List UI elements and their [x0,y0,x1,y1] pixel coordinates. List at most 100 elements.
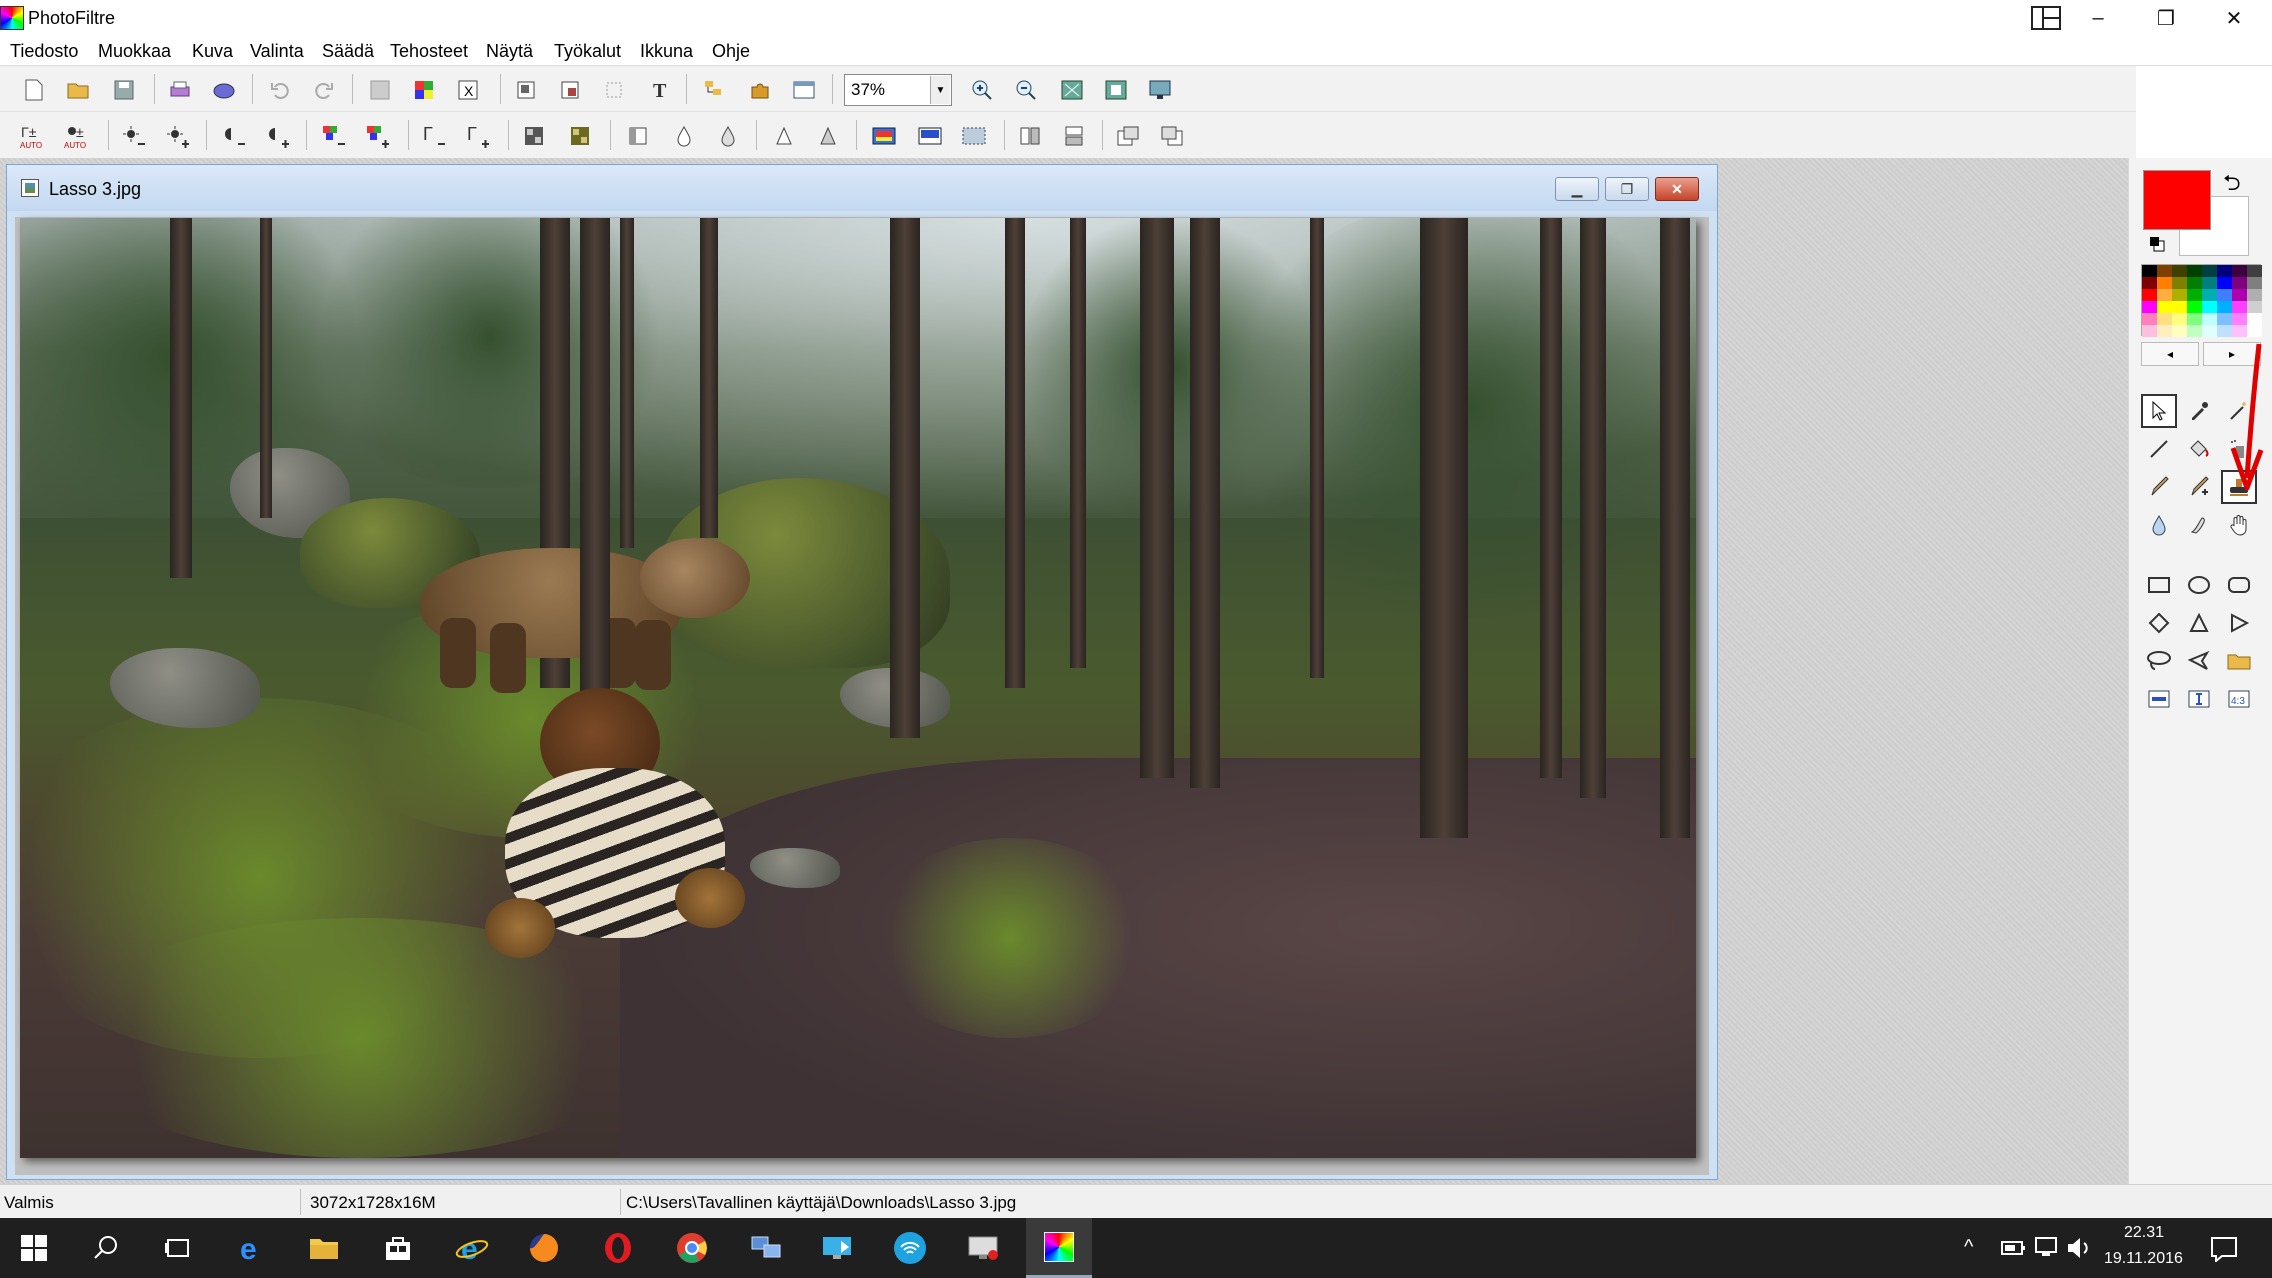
selection-tool[interactable] [2141,394,2177,428]
fade-button[interactable] [914,122,946,150]
grayscale-button[interactable] [518,122,550,150]
hand-tool[interactable] [2221,508,2257,542]
clock-date[interactable]: 19.11.2016 [2104,1250,2183,1268]
save-button[interactable] [108,76,140,104]
redo-button[interactable] [308,76,340,104]
print-button[interactable] [164,76,196,104]
scanner-button[interactable] [208,76,240,104]
firefox-taskbar-button[interactable] [524,1228,564,1268]
doc-close-button[interactable]: ✕ [1655,177,1699,201]
explorer-button[interactable] [698,76,730,104]
minimize-button[interactable]: – [2064,0,2132,36]
battery-icon[interactable] [2000,1238,2026,1258]
triangle-shape-tool[interactable] [2181,606,2217,640]
app-taskbar-button-4[interactable] [964,1228,1004,1268]
color-palette-button[interactable] [408,76,440,104]
menu-ohje[interactable]: Ohje [708,39,754,64]
network-icon[interactable] [2034,1236,2060,1260]
chevron-down-icon[interactable]: ▼ [930,76,950,104]
rectangle-shape-tool[interactable] [2141,568,2177,602]
menu-kuva[interactable]: Kuva [188,39,237,64]
blur-button[interactable] [622,122,654,150]
menu-tehosteet[interactable]: Tehosteet [386,39,472,64]
rounded-rectangle-shape-tool[interactable] [2221,568,2257,602]
window-layout-button[interactable] [788,76,820,104]
canvas-size-button[interactable] [554,76,586,104]
mask-button[interactable] [958,122,990,150]
gamma-minus-button[interactable]: Γ [418,122,450,150]
open-button[interactable] [62,76,94,104]
menu-valinta[interactable]: Valinta [246,39,308,64]
clock-time[interactable]: 22.31 [2124,1224,2164,1242]
transparency-button[interactable] [364,76,396,104]
undo-button[interactable] [264,76,296,104]
close-button[interactable]: ✕ [2200,0,2268,36]
document-titlebar[interactable]: Lasso 3.jpg ▁ ❐ ✕ [7,165,1717,211]
load-shape-button[interactable] [2221,644,2257,678]
brightness-plus-button[interactable] [162,122,194,150]
image-info-button[interactable]: X [452,76,484,104]
text-frame-button[interactable] [2181,682,2217,716]
notification-center-icon[interactable] [2210,1236,2238,1262]
line-tool[interactable] [2141,432,2177,466]
polygon-lasso-tool[interactable] [2181,644,2217,678]
new-file-button[interactable] [18,76,50,104]
sharpen-button[interactable] [712,122,744,150]
maximize-button[interactable]: ❐ [2132,0,2200,36]
saturation-plus-button[interactable] [362,122,394,150]
contrast-minus-button[interactable] [218,122,250,150]
doc-maximize-button[interactable]: ❐ [1605,177,1649,201]
crop-button[interactable] [598,76,630,104]
ratio-43-button[interactable]: 4:3 [2221,682,2257,716]
menu-ikkuna[interactable]: Ikkuna [636,39,697,64]
search-button[interactable] [86,1228,126,1268]
fullscreen-button[interactable] [1144,76,1176,104]
doc-minimize-button[interactable]: ▁ [1555,177,1599,201]
file-explorer-taskbar-button[interactable] [304,1228,344,1268]
gradient-button[interactable] [868,122,900,150]
auto-contrast-button[interactable]: ± AUTO [62,122,94,150]
contrast-plus-button[interactable] [262,122,294,150]
store-taskbar-button[interactable] [378,1228,418,1268]
actual-size-button[interactable] [1056,76,1088,104]
fixed-ratio-button[interactable] [2141,682,2177,716]
start-button[interactable] [14,1228,54,1268]
saturation-minus-button[interactable] [318,122,350,150]
app-taskbar-button-3[interactable] [890,1228,930,1268]
smudge-tool[interactable] [2181,508,2217,542]
ellipse-shape-tool[interactable] [2181,568,2217,602]
zoom-out-button[interactable] [1010,76,1042,104]
menu-tyokalut[interactable]: Työkalut [550,39,625,64]
chrome-taskbar-button[interactable] [672,1228,712,1268]
palette-prev-button[interactable]: ◂ [2141,342,2199,366]
lasso-tool[interactable] [2141,644,2177,678]
edge-taskbar-button[interactable]: e [232,1228,272,1268]
menu-tiedosto[interactable]: Tiedosto [6,39,82,64]
forest-photo-canvas[interactable] [20,218,1696,1158]
accentuate-button[interactable] [768,122,800,150]
menu-nayta[interactable]: Näytä [482,39,537,64]
foreground-color-swatch[interactable] [2143,170,2211,230]
plugins-button[interactable] [744,76,776,104]
rotate-left-button[interactable] [1112,122,1144,150]
zoom-select[interactable]: 37% ▼ [844,74,952,106]
opera-taskbar-button[interactable] [598,1228,638,1268]
ie-taskbar-button[interactable]: e [452,1228,492,1268]
chevron-up-icon[interactable]: ^ [1964,1236,1973,1259]
brush-tool[interactable] [2141,470,2177,504]
fit-window-button[interactable] [1100,76,1132,104]
color-palette[interactable] [2141,264,2262,337]
auto-levels-button[interactable]: Γ± AUTO [18,122,50,150]
reset-colors-icon[interactable] [2149,236,2165,252]
text-button[interactable]: T [644,76,676,104]
flip-vertical-button[interactable] [1058,122,1090,150]
image-size-button[interactable] [510,76,542,104]
app-taskbar-button-2[interactable] [818,1228,858,1268]
soften-button[interactable] [668,122,700,150]
zoom-in-button[interactable] [966,76,998,104]
flip-horizontal-button[interactable] [1014,122,1046,150]
right-triangle-shape-tool[interactable] [2221,606,2257,640]
volume-icon[interactable] [2066,1236,2092,1260]
rotate-right-button[interactable] [1156,122,1188,150]
photofiltre-taskbar-active[interactable] [1026,1218,1092,1278]
